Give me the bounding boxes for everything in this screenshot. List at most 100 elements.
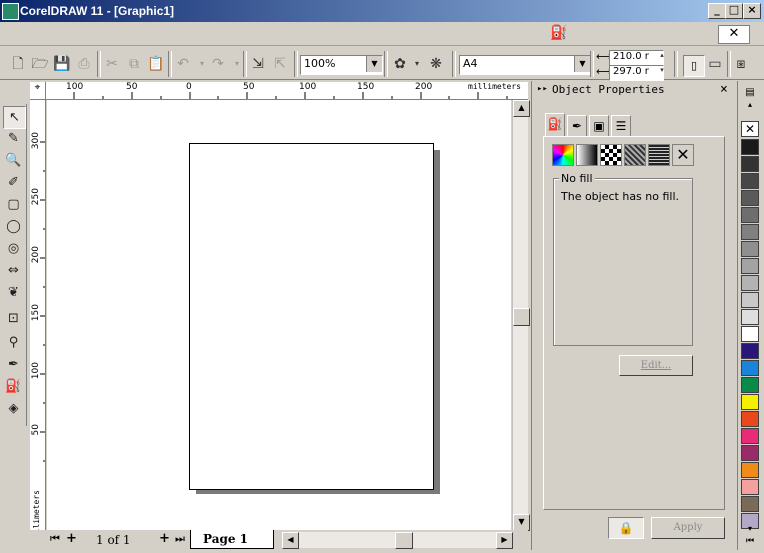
no-fill-icon[interactable]: ✕ <box>672 144 694 166</box>
new-document-icon[interactable]: 🗋 <box>8 54 28 74</box>
add-page-before-icon[interactable]: + <box>66 531 77 546</box>
paint-bucket-icon[interactable]: ⛽ <box>550 25 567 41</box>
freehand-tool-icon[interactable]: ✐ <box>3 172 24 193</box>
rectangle-tool-icon[interactable]: ▢ <box>3 194 24 215</box>
tab-outline-icon[interactable]: ✒ <box>567 115 587 137</box>
interactive-fill-tool-icon[interactable]: ◈ <box>3 398 24 419</box>
color-swatch[interactable] <box>741 224 759 240</box>
paste-icon[interactable]: 📋 <box>146 54 166 74</box>
vertical-ruler[interactable]: 300 250 200 150 100 50 millimeters <box>30 100 46 548</box>
color-swatch[interactable] <box>741 462 759 478</box>
color-swatch[interactable] <box>741 173 759 189</box>
scroll-right-icon[interactable]: ▶ <box>496 532 513 549</box>
color-swatch[interactable] <box>741 275 759 291</box>
texture-fill-icon[interactable] <box>624 144 646 166</box>
page-tab-1[interactable]: Page 1 <box>190 530 274 549</box>
basic-shapes-tool-icon[interactable]: ⇔ <box>3 260 24 281</box>
outline-tool-icon[interactable]: ✒ <box>3 354 24 375</box>
cut-icon[interactable]: ✂ <box>102 54 122 74</box>
pattern-fill-icon[interactable] <box>600 144 622 166</box>
chevron-down-icon[interactable]: ▼ <box>366 56 382 72</box>
save-icon[interactable]: 💾 <box>52 54 72 74</box>
color-swatch[interactable] <box>741 309 759 325</box>
color-swatch[interactable] <box>741 445 759 461</box>
color-swatch[interactable] <box>741 207 759 223</box>
shape-tool-icon[interactable]: ✎ <box>3 128 24 149</box>
color-swatch[interactable] <box>741 377 759 393</box>
tab-general-icon[interactable]: ▣ <box>589 115 609 137</box>
corel-online-icon[interactable]: ❋ <box>426 54 446 74</box>
landscape-icon[interactable]: ▭ <box>705 54 725 74</box>
eyedropper-tool-icon[interactable]: ⚲ <box>3 332 24 353</box>
maximize-button[interactable]: □ <box>725 3 743 19</box>
portrait-icon[interactable]: ▯ <box>683 55 705 77</box>
color-swatch[interactable] <box>741 479 759 495</box>
page-height-input[interactable]: 297.0 r <box>609 65 664 81</box>
edit-button[interactable]: Edit... <box>619 355 693 376</box>
scroll-thumb[interactable] <box>513 308 530 326</box>
color-swatch[interactable] <box>741 411 759 427</box>
color-swatch[interactable] <box>741 292 759 308</box>
close-icon[interactable]: × <box>720 82 728 97</box>
fountain-fill-icon[interactable] <box>576 144 598 166</box>
redo-icon[interactable]: ↷ <box>208 54 228 74</box>
tab-summary-icon[interactable]: ☰ <box>611 115 631 137</box>
horizontal-scrollbar[interactable]: ◀ ▶ <box>282 532 513 549</box>
palette-expand-icon[interactable]: ⏮ <box>742 536 758 548</box>
color-swatch[interactable] <box>741 343 759 359</box>
lock-icon[interactable]: 🔒 <box>608 517 644 539</box>
coreldraw-app-icon[interactable] <box>2 3 19 20</box>
palette-options-icon[interactable]: ▤ <box>742 87 758 101</box>
scroll-left-icon[interactable]: ◀ <box>282 532 299 549</box>
last-page-icon[interactable]: ⏭ <box>175 532 185 546</box>
color-swatch[interactable] <box>741 156 759 172</box>
zoom-tool-icon[interactable]: 🔍 <box>3 150 24 171</box>
palette-scroll-up-icon[interactable]: ▴ <box>742 101 758 109</box>
collapse-icon[interactable]: ▸▸ <box>537 84 548 94</box>
scroll-up-icon[interactable]: ▲ <box>513 100 530 117</box>
pick-tool-icon[interactable]: ↖ <box>3 106 26 129</box>
first-page-icon[interactable]: ⏮ <box>50 532 60 546</box>
fill-tool-icon[interactable]: ⛽ <box>3 376 24 397</box>
vertical-scrollbar[interactable]: ▲ ▼ <box>512 100 530 531</box>
undo-icon[interactable]: ↶ <box>173 54 193 74</box>
color-swatch[interactable] <box>741 394 759 410</box>
color-swatch[interactable] <box>741 360 759 376</box>
export-icon[interactable]: ⇱ <box>270 54 290 74</box>
color-swatch[interactable] <box>741 258 759 274</box>
color-swatch[interactable] <box>741 139 759 155</box>
print-icon[interactable]: ⎙ <box>74 54 94 74</box>
minimize-button[interactable]: _ <box>708 3 726 19</box>
apply-button[interactable]: Apply <box>651 517 725 539</box>
ruler-origin-icon[interactable]: ⌖ <box>30 82 46 100</box>
spiral-tool-icon[interactable]: ◎ <box>3 238 24 259</box>
import-icon[interactable]: ⇲ <box>248 54 268 74</box>
horizontal-ruler[interactable]: 100 50 0 50 100 150 200 millimeters <box>46 82 528 100</box>
color-swatch[interactable] <box>741 241 759 257</box>
text-tool-icon[interactable]: ❦ <box>3 282 24 303</box>
drawing-page[interactable] <box>189 143 434 490</box>
launcher-dropdown-icon[interactable]: ▾ <box>407 54 427 74</box>
height-spinner-icon[interactable]: ▾ <box>658 63 666 83</box>
color-swatch[interactable] <box>741 326 759 342</box>
chevron-down-icon[interactable]: ▼ <box>574 56 590 72</box>
no-color-swatch-icon[interactable]: ✕ <box>741 121 759 137</box>
color-swatch[interactable] <box>741 428 759 444</box>
page-options-icon[interactable]: ⧆ <box>731 54 751 74</box>
palette-scroll-down-icon[interactable]: ▾ <box>742 524 758 534</box>
tab-fill-icon[interactable]: ⛽ <box>545 113 565 137</box>
add-page-after-icon[interactable]: + <box>159 531 170 546</box>
open-icon[interactable]: 🗁 <box>30 54 50 74</box>
scroll-down-icon[interactable]: ▼ <box>513 514 530 531</box>
postscript-fill-icon[interactable] <box>648 144 670 166</box>
interactive-blend-tool-icon[interactable]: ⊡ <box>3 308 24 329</box>
copy-icon[interactable]: ⧉ <box>124 54 144 74</box>
paper-type-select[interactable]: A4 ▼ <box>459 55 591 75</box>
no-fill-indicator-icon[interactable]: ✕ <box>718 25 750 44</box>
color-swatch[interactable] <box>741 496 759 512</box>
page-width-input[interactable]: 210.0 r <box>609 50 664 66</box>
uniform-fill-icon[interactable] <box>552 144 574 166</box>
h-scroll-thumb[interactable] <box>395 532 413 549</box>
ellipse-tool-icon[interactable]: ◯ <box>3 216 24 237</box>
close-button[interactable]: × <box>743 3 761 19</box>
